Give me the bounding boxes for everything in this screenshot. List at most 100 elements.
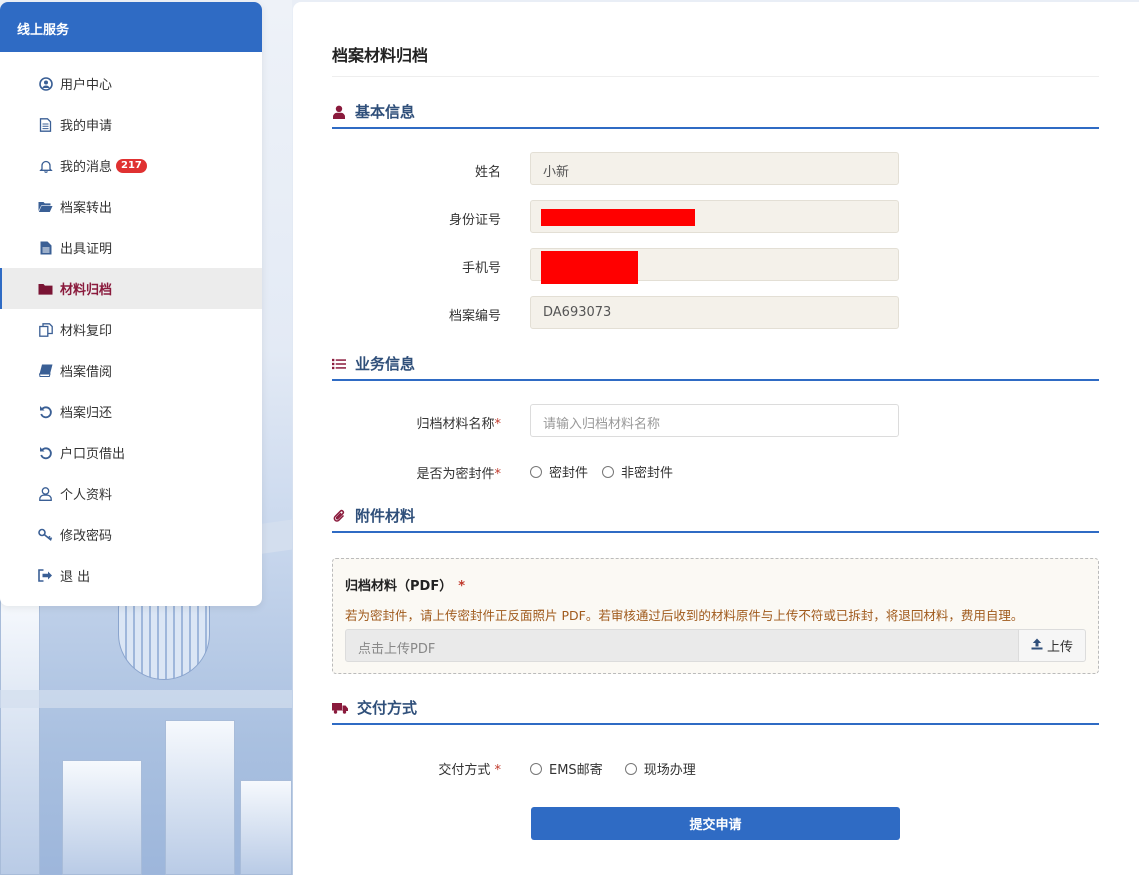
attachment-section: 附件材料 [332, 500, 1099, 533]
truck-icon [332, 701, 348, 715]
copy-icon [38, 322, 53, 337]
sealed-radio[interactable]: 密封件 [530, 462, 588, 481]
file-number-label: 档案编号 [448, 309, 501, 324]
sidebar-item-household-page-loan[interactable]: 户口页借出 [0, 432, 262, 473]
delivery-row: 交付方式 * EMS邮寄 现场办理 [332, 752, 1099, 785]
sidebar-item-label: 户口页借出 [60, 447, 126, 462]
sidebar-title: 线上服务 [0, 2, 262, 52]
folder-open-icon [38, 199, 53, 214]
sign-out-icon [38, 568, 53, 583]
id-number-label: 身份证号 [448, 213, 501, 228]
folder-icon [38, 281, 53, 296]
message-count-badge: 217 [116, 158, 147, 173]
user-circle-icon [38, 76, 53, 91]
sidebar-item-label: 我的消息 [60, 160, 113, 175]
user-icon [332, 105, 346, 119]
sealed-radio-group: 密封件 非密封件 [530, 462, 687, 481]
name-field[interactable]: 小新 [530, 152, 899, 185]
radio-circle[interactable] [624, 762, 637, 775]
sidebar-item-label: 我的申请 [60, 119, 113, 134]
id-number-field[interactable] [530, 200, 899, 233]
title-divider [332, 76, 1099, 77]
delivery-radio-group: EMS邮寄 现场办理 [530, 759, 710, 778]
ems-radio[interactable]: EMS邮寄 [530, 759, 603, 778]
sidebar-item-label: 出具证明 [60, 242, 113, 257]
paperclip-icon [332, 509, 346, 523]
section-title: 附件材料 [355, 507, 416, 525]
delivery-label: 交付方式 * [438, 763, 501, 778]
name-row: 姓名 小新 [332, 152, 1099, 185]
material-name-label: 归档材料名称* [416, 417, 501, 432]
undo-icon [38, 404, 53, 419]
redaction-box [541, 251, 638, 284]
business-info-section: 业务信息 [332, 348, 1099, 381]
upload-icon [1031, 638, 1043, 654]
sidebar-item-my-applications[interactable]: 我的申请 [0, 104, 262, 145]
sidebar-item-label: 修改密码 [60, 529, 113, 544]
sidebar-item-archive-return[interactable]: 档案归还 [0, 391, 262, 432]
file-number-field[interactable]: DA693073 [530, 296, 899, 329]
sidebar-item-label: 档案借阅 [60, 365, 113, 380]
radio-circle[interactable] [602, 465, 615, 478]
material-name-row: 归档材料名称* 请输入归档材料名称 [332, 404, 1099, 437]
material-name-input[interactable]: 请输入归档材料名称 [530, 404, 899, 437]
user-icon [38, 486, 53, 501]
sidebar-item-label: 用户中心 [60, 78, 113, 93]
id-row: 身份证号 [332, 200, 1099, 233]
section-heading: 基本信息 [332, 96, 1099, 129]
onsite-radio[interactable]: 现场办理 [624, 759, 696, 778]
name-label: 姓名 [474, 165, 501, 180]
sidebar-nav: 用户中心 我的申请 我的消息 217 档案转出 出具证明 材料归档 材料复印 档… [0, 52, 262, 596]
attachment-title: 归档材料（PDF） * [345, 579, 466, 594]
radio-circle[interactable] [530, 465, 542, 478]
upload-pdf-input[interactable]: 点击上传PDF [345, 629, 1019, 662]
document-icon [38, 117, 53, 132]
phone-row: 手机号 [332, 248, 1099, 284]
sidebar-item-archive-borrow[interactable]: 档案借阅 [0, 350, 262, 391]
key-icon [38, 527, 53, 542]
sealed-label: 是否为密封件* [416, 467, 501, 482]
basic-info-section: 基本信息 [332, 96, 1099, 129]
book-icon [38, 363, 53, 378]
sidebar-item-my-messages[interactable]: 我的消息 217 [0, 145, 262, 186]
file-text-icon [38, 240, 53, 255]
list-icon [332, 357, 346, 371]
main-panel: 档案材料归档 基本信息 姓名 小新 身份证号 手机号 档案编号 DA693073… [293, 2, 1139, 875]
section-heading: 业务信息 [332, 348, 1099, 381]
sidebar-item-label: 材料归档 [60, 283, 113, 298]
section-title: 交付方式 [357, 699, 418, 717]
attachment-box: 归档材料（PDF） * 若为密封件，请上传密封件正反面照片 PDF。若审核通过后收… [332, 558, 1099, 674]
sidebar-item-archive-transfer[interactable]: 档案转出 [0, 186, 262, 227]
undo-icon [38, 445, 53, 460]
section-title: 业务信息 [355, 355, 416, 373]
sidebar-item-logout[interactable]: 退 出 [0, 555, 262, 596]
file-no-row: 档案编号 DA693073 [332, 296, 1099, 329]
sidebar-item-issue-certificate[interactable]: 出具证明 [0, 227, 262, 268]
section-title: 基本信息 [355, 103, 416, 121]
submit-button[interactable]: 提交申请 [531, 807, 900, 840]
upload-button[interactable]: 上传 [1018, 629, 1086, 662]
phone-label: 手机号 [461, 261, 501, 276]
phone-field[interactable] [530, 248, 899, 284]
delivery-section: 交付方式 [332, 692, 1099, 725]
sidebar-item-label: 退 出 [60, 570, 91, 585]
sealed-row: 是否为密封件* 密封件 非密封件 [332, 456, 1099, 489]
bell-icon [38, 158, 53, 173]
attachment-note: 若为密封件，请上传密封件正反面照片 PDF。若审核通过后收到的材料原件与上传不符… [345, 608, 1024, 623]
sidebar-item-label: 档案归还 [60, 406, 113, 421]
radio-circle[interactable] [530, 762, 542, 775]
sidebar-item-material-archiving[interactable]: 材料归档 [0, 268, 262, 309]
sidebar-item-label: 材料复印 [60, 324, 113, 339]
section-heading: 交付方式 [332, 692, 1099, 725]
sidebar-item-label: 档案转出 [60, 201, 113, 216]
sidebar-item-personal-profile[interactable]: 个人资料 [0, 473, 262, 514]
section-heading: 附件材料 [332, 500, 1099, 533]
unsealed-radio[interactable]: 非密封件 [602, 462, 673, 481]
redaction-box [541, 209, 695, 226]
sidebar-item-user-center[interactable]: 用户中心 [0, 63, 262, 104]
sidebar-item-label: 个人资料 [60, 488, 113, 503]
sidebar: 线上服务 用户中心 我的申请 我的消息 217 档案转出 出具证明 材料归档 材… [0, 2, 262, 606]
sidebar-item-material-copy[interactable]: 材料复印 [0, 309, 262, 350]
sidebar-item-change-password[interactable]: 修改密码 [0, 514, 262, 555]
page-title: 档案材料归档 [332, 46, 429, 65]
